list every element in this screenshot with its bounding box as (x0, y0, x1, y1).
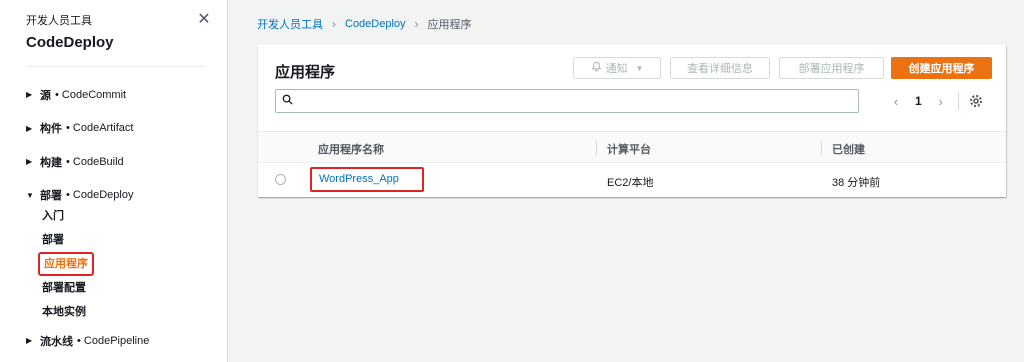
breadcrumb-codedeploy[interactable]: CodeDeploy (345, 18, 406, 30)
group-name: 构建 (40, 156, 62, 169)
sidebar-group-artifacts[interactable]: ▶ 构件 • CodeArtifact (26, 112, 216, 146)
close-icon[interactable]: ✕ (196, 12, 212, 28)
gear-icon[interactable] (969, 94, 983, 108)
page-title: 应用程序 (275, 64, 336, 81)
deploy-application-button[interactable]: 部署应用程序 (779, 57, 884, 79)
column-header-name[interactable]: 应用程序名称 (318, 141, 384, 157)
caret-right-icon: ▶ (26, 90, 33, 100)
cell-platform: EC2/本地 (607, 177, 654, 189)
row-select-radio[interactable] (275, 174, 286, 185)
deploy-sub-items: 入门 部署 应用程序 部署配置 本地实例 (38, 204, 216, 324)
sidebar-group-build[interactable]: ▶ 构建 • CodeBuild (26, 145, 216, 179)
group-name: 部署 (40, 190, 62, 203)
chevron-right-icon: › (414, 17, 419, 31)
application-link[interactable]: WordPress_App (310, 167, 424, 192)
breadcrumb-current: 应用程序 (427, 19, 472, 31)
column-divider (596, 141, 597, 155)
sidebar-item-getting-started[interactable]: 入门 (42, 204, 216, 228)
sidebar-header: 开发人员工具 CodeDeploy (26, 12, 114, 51)
sidebar-item-deployments[interactable]: 部署 (42, 228, 216, 252)
group-service: • CodeDeploy (66, 189, 134, 202)
sidebar-divider (26, 66, 206, 67)
sidebar-subtitle: 开发人员工具 (26, 15, 92, 27)
search-icon (282, 94, 293, 105)
sidebar-title: CodeDeploy (26, 34, 114, 51)
caret-right-icon: ▶ (26, 157, 33, 167)
group-service: • CodePipeline (77, 334, 150, 347)
group-name: 构件 (40, 123, 62, 136)
column-divider (821, 141, 822, 155)
table-header: 应用程序名称 计算平台 已创建 (258, 131, 1006, 163)
caret-down-icon: ▼ (26, 190, 34, 200)
notify-button[interactable]: 通知 ▼ (573, 57, 661, 79)
search-input[interactable] (300, 90, 855, 112)
chevron-right-icon: › (332, 17, 336, 31)
bell-icon (591, 61, 602, 75)
view-details-button[interactable]: 查看详细信息 (670, 57, 770, 79)
sidebar-group-source[interactable]: ▶ 源 • CodeCommit (26, 78, 216, 112)
group-name: 源 (40, 89, 51, 102)
sidebar-nav: ▶ 源 • CodeCommit ▶ 构件 • CodeArtifact ▶ 构… (26, 78, 216, 358)
sidebar-item-deployment-configs[interactable]: 部署配置 (42, 276, 216, 300)
search-box (275, 89, 859, 113)
prev-page-icon[interactable]: ‹ (889, 94, 903, 109)
breadcrumb: 开发人员工具 › CodeDeploy › 应用程序 (257, 16, 472, 32)
group-service: • CodeArtifact (66, 122, 134, 135)
sidebar-item-applications[interactable]: 应用程序 (38, 252, 94, 276)
sidebar: 开发人员工具 CodeDeploy ✕ ▶ 源 • CodeCommit ▶ 构… (0, 0, 228, 362)
sidebar-item-on-premises-instances[interactable]: 本地实例 (42, 300, 216, 324)
group-name: 流水线 (40, 335, 73, 348)
caret-right-icon: ▶ (26, 336, 33, 346)
create-application-button[interactable]: 创建应用程序 (891, 57, 992, 79)
table-row: WordPress_App EC2/本地 38 分钟前 (258, 164, 1006, 196)
caret-right-icon: ▶ (26, 123, 33, 133)
breadcrumb-developer-tools[interactable]: 开发人员工具 (257, 16, 323, 32)
caret-down-icon: ▼ (635, 63, 644, 73)
pagination-divider (957, 92, 959, 110)
group-service: • CodeCommit (55, 88, 127, 101)
next-page-icon[interactable]: › (934, 94, 948, 109)
notify-label: 通知 (605, 63, 628, 75)
page-number[interactable]: 1 (915, 94, 922, 108)
pagination: ‹ 1 › (889, 92, 983, 110)
applications-panel: 应用程序 通知 ▼ 查看详细信息 部署应用程序 创建应用程序 ‹ 1 › 应用程… (258, 45, 1006, 197)
group-service: • CodeBuild (66, 155, 124, 168)
column-header-created[interactable]: 已创建 (832, 141, 865, 157)
column-header-platform[interactable]: 计算平台 (607, 141, 651, 157)
cell-created: 38 分钟前 (832, 177, 881, 189)
sidebar-group-pipeline[interactable]: ▶ 流水线 • CodePipeline (26, 324, 216, 358)
